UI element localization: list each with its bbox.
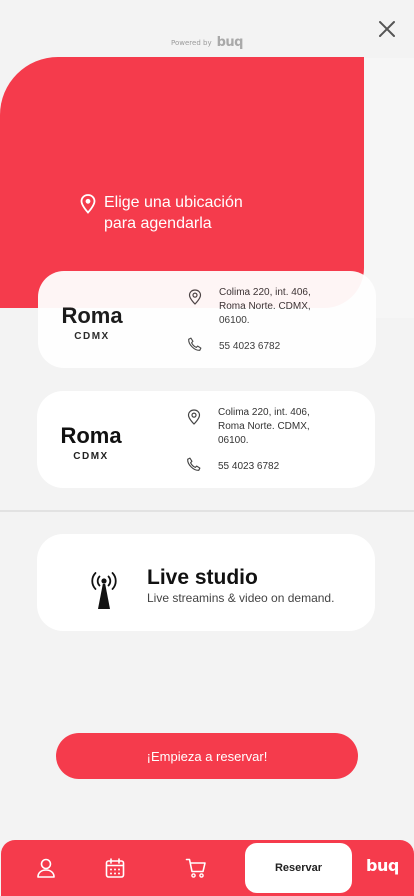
- close-button[interactable]: [375, 17, 399, 41]
- phone-icon: [188, 337, 202, 351]
- hero-title: Elige una ubicación para agendarla: [104, 192, 243, 234]
- buq-nav-logo[interactable]: buq: [366, 856, 399, 875]
- phone-icon: [187, 457, 201, 471]
- live-studio-card[interactable]: Live studio Live streamins & video on de…: [37, 534, 375, 631]
- section-divider: [0, 510, 414, 512]
- broadcast-tower-icon: [91, 572, 117, 609]
- live-studio-title: Live studio: [147, 566, 258, 589]
- address-line: 06100.: [219, 315, 250, 326]
- location-phone: 55 4023 6782: [219, 341, 281, 352]
- close-icon: [379, 21, 395, 37]
- live-studio-subtitle: Live streamins & video on demand.: [147, 591, 335, 605]
- location-address: Colima 220, int. 406, Roma Norte. CDMX, …: [218, 406, 343, 448]
- location-card[interactable]: Roma CDMX Colima 220, int. 406, Roma Nor…: [38, 271, 376, 368]
- powered-by-text: Powered by: [171, 38, 212, 47]
- location-phone: 55 4023 6782: [218, 461, 280, 472]
- powered-by: Powered by buq: [0, 35, 414, 50]
- address-line: Roma Norte. CDMX,: [219, 301, 311, 312]
- buq-logo: buq: [216, 35, 244, 50]
- location-pin-icon: [187, 409, 201, 425]
- hero-line-2: para agendarla: [104, 215, 212, 232]
- location-city: CDMX: [74, 331, 110, 342]
- start-booking-button[interactable]: ¡Empieza a reservar!: [56, 733, 358, 779]
- location-card[interactable]: Roma CDMX Colima 220, int. 406, Roma Nor…: [37, 391, 375, 488]
- location-name: Roma: [60, 423, 122, 448]
- location-name: Roma: [61, 303, 123, 328]
- address-line: Colima 220, int. 406,: [218, 407, 310, 418]
- user-icon[interactable]: [35, 857, 57, 879]
- address-line: Colima 220, int. 406,: [219, 287, 311, 298]
- address-line: Roma Norte. CDMX,: [218, 421, 310, 432]
- cart-icon[interactable]: [185, 857, 207, 879]
- nav-reservar-button[interactable]: Reservar: [245, 843, 352, 893]
- calendar-icon[interactable]: [104, 857, 126, 879]
- address-line: 06100.: [218, 435, 249, 446]
- location-pin-icon: [80, 194, 96, 214]
- hero-content: Elige una ubicación para agendarla: [80, 192, 243, 234]
- hero-line-1: Elige una ubicación: [104, 194, 243, 211]
- location-pin-icon: [188, 289, 202, 305]
- location-city: CDMX: [73, 451, 109, 462]
- location-address: Colima 220, int. 406, Roma Norte. CDMX, …: [219, 286, 344, 328]
- bottom-navbar: Reservar buq: [1, 840, 414, 896]
